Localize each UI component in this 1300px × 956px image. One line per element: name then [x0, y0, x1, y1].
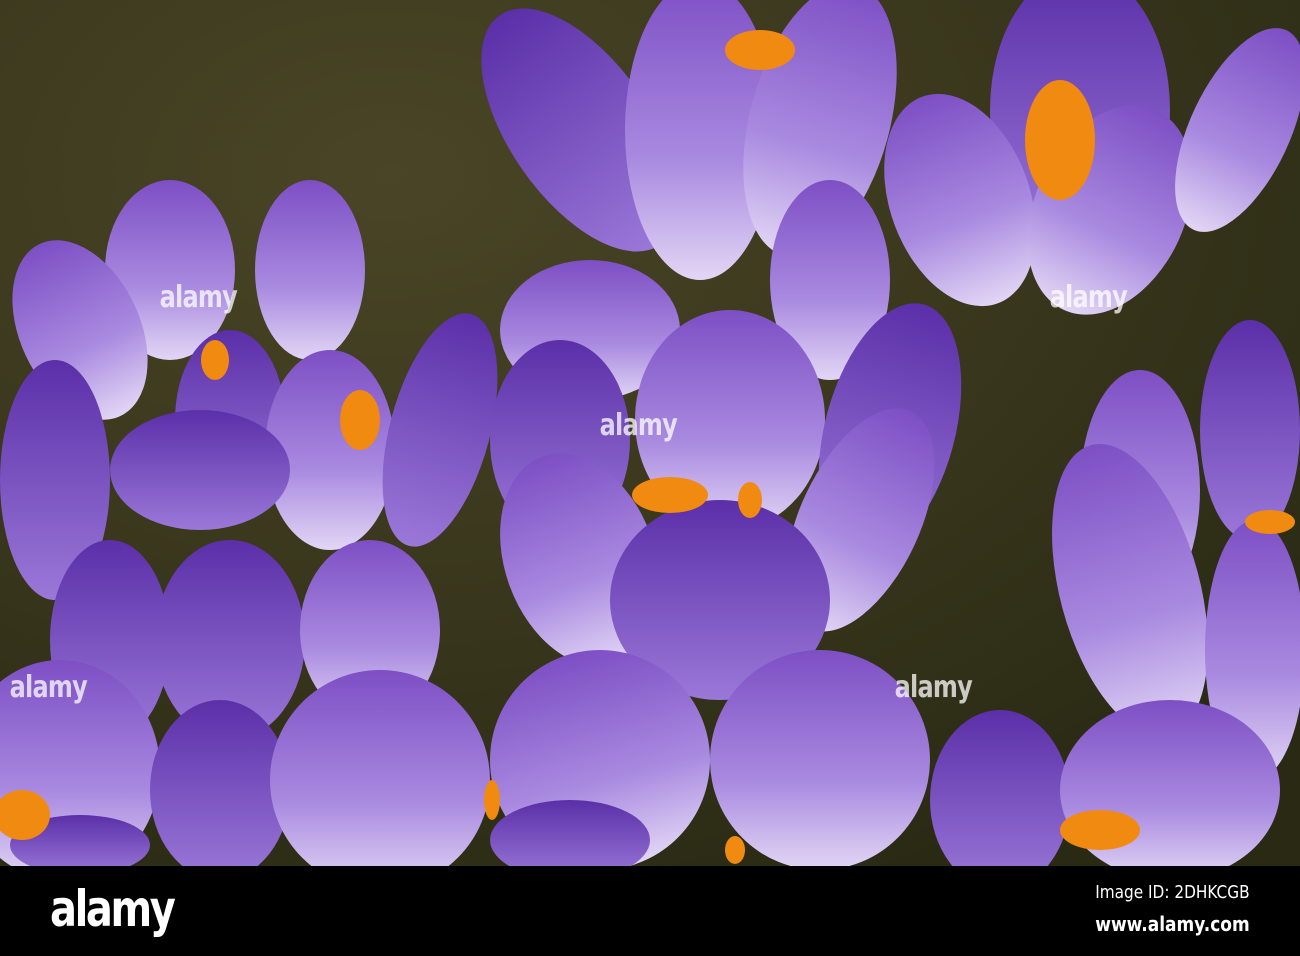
footer-bar: alamy Image ID: 2DHKCGB www.alamy.com — [0, 866, 1300, 956]
watermark-text: alamy — [894, 670, 973, 705]
image-id: Image ID: 2DHKCGB — [1095, 882, 1250, 903]
alamy-logo: alamy — [50, 880, 176, 938]
watermark-text: alamy — [9, 670, 88, 705]
watermark-text: alamy — [1049, 280, 1128, 315]
watermark-text: alamy — [599, 408, 678, 443]
website-link: www.alamy.com — [1095, 912, 1250, 936]
watermark-text: alamy — [159, 280, 238, 315]
